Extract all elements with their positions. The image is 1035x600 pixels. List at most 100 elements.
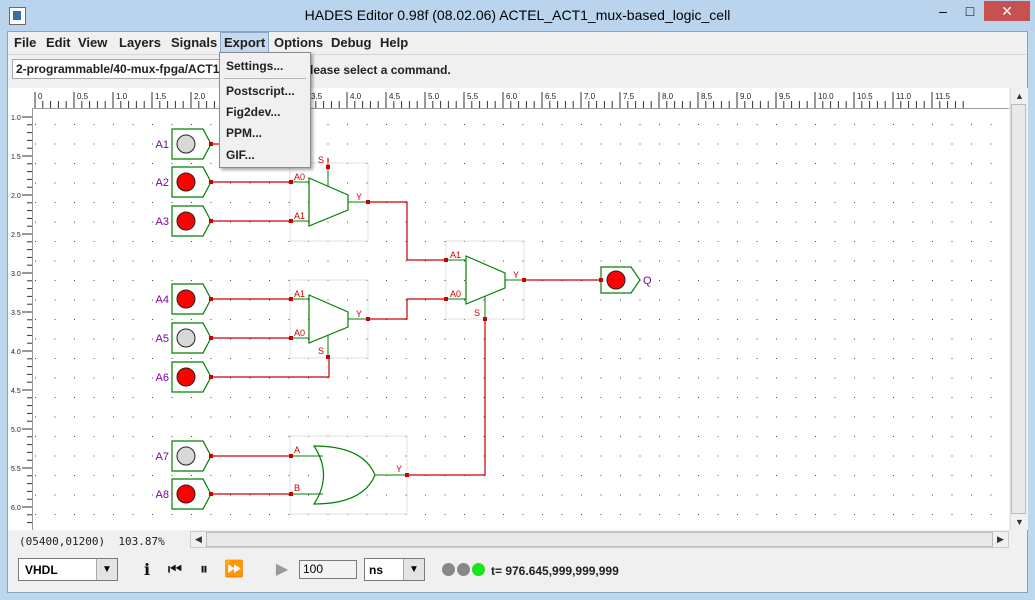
grid-dot (620, 299, 621, 301)
ruler-tick-label: 4.0 (11, 349, 21, 356)
scroll-up-icon[interactable]: ▲ (1011, 88, 1028, 104)
menu-item-settings[interactable]: Settings... (226, 59, 283, 73)
input-switch-a5[interactable]: A5 (156, 322, 212, 354)
grid-dot (737, 358, 738, 359)
grid-dot (698, 377, 699, 379)
grid-dot (756, 416, 758, 418)
grid-dot (620, 377, 621, 379)
maximize-button[interactable]: □ (957, 1, 983, 21)
grid-dot (171, 124, 173, 125)
grid-dot (425, 455, 426, 457)
chevron-down-icon[interactable]: ▼ (96, 559, 117, 580)
grid-dot (834, 416, 836, 418)
schematic-canvas[interactable]: A0 A1 Y S A1 A0 Y S A1 A0 Y S A B Y Q A1… (33, 109, 1009, 530)
grid-dot (815, 241, 816, 242)
input-switch-a7[interactable]: A7 (156, 440, 212, 472)
grid-dot (152, 241, 153, 242)
grid-dot (990, 280, 992, 281)
grid-dot (542, 221, 543, 223)
grid-dot (678, 260, 680, 262)
grid-dot (795, 338, 797, 340)
close-button[interactable]: ✕ (984, 1, 1030, 21)
menu-view[interactable]: View (78, 35, 107, 50)
grid-dot (54, 163, 56, 164)
grid-dot (269, 436, 270, 437)
grid-dot (834, 221, 836, 223)
menu-layers[interactable]: Layers (119, 35, 161, 50)
mux-2[interactable]: A1 A0 Y S (291, 289, 368, 357)
menu-item-ppm[interactable]: PPM... (226, 126, 262, 140)
grid-dot (737, 202, 738, 203)
grid-dot (893, 358, 894, 359)
grid-dot (93, 280, 95, 281)
input-switch-a6[interactable]: A6 (156, 361, 212, 393)
rewind-icon[interactable]: ⏮ (164, 558, 186, 582)
grid-dot (698, 280, 699, 281)
grid-dot (210, 124, 212, 125)
grid-dot (503, 475, 504, 476)
minimize-button[interactable]: – (930, 1, 956, 21)
grid-dot (444, 377, 446, 379)
grid-dot (717, 241, 719, 242)
input-switch-a8[interactable]: A8 (156, 478, 212, 510)
ruler-tick-label: 2.0 (194, 92, 206, 101)
grid-dot (366, 397, 368, 398)
grid-dot (113, 124, 114, 125)
grid-dot (347, 338, 348, 340)
menu-options[interactable]: Options (274, 35, 323, 50)
menu-signals[interactable]: Signals (171, 35, 217, 50)
mux-3[interactable]: A1 A0 Y S (446, 250, 524, 319)
scroll-left-icon[interactable]: ◀ (191, 532, 206, 547)
chevron-down-icon[interactable]: ▼ (403, 559, 424, 580)
grid-dot (522, 475, 524, 476)
input-switch-a1[interactable]: A1 (156, 128, 212, 160)
menu-item-postscript[interactable]: Postscript... (226, 84, 295, 98)
grid-dot (678, 494, 680, 496)
fast-forward-icon[interactable]: ⏩ (223, 558, 245, 582)
grid-dot (327, 221, 329, 223)
play-icon[interactable]: ▶ (271, 558, 293, 582)
input-switch-a3[interactable]: A3 (156, 205, 212, 237)
grid-dot (483, 163, 485, 164)
schematic-drawing[interactable]: A0 A1 Y S A1 A0 Y S A1 A0 Y S A B Y Q A1… (33, 109, 1009, 530)
grid-dot (854, 494, 855, 496)
grid-dot (35, 241, 36, 242)
horizontal-scroll-thumb[interactable] (206, 532, 993, 547)
switch-label: A1 (156, 139, 169, 151)
grid-dot (893, 416, 894, 418)
menu-export[interactable]: Export (220, 32, 270, 54)
grid-dot (815, 338, 816, 340)
menu-file[interactable]: File (14, 35, 36, 50)
menu-debug[interactable]: Debug (331, 35, 371, 50)
grid-dot (639, 416, 641, 418)
grid-dot (483, 338, 485, 340)
grid-dot (386, 338, 387, 340)
pause-icon[interactable]: ⏸ (193, 558, 215, 582)
grid-dot (737, 319, 738, 320)
scroll-right-icon[interactable]: ▶ (993, 532, 1008, 547)
time-step-input[interactable]: 100 (299, 560, 357, 579)
grid-dot (893, 455, 894, 457)
input-switch-a4[interactable]: A4 (156, 283, 212, 315)
time-unit-select[interactable]: ns ▼ (364, 558, 425, 581)
scroll-down-icon[interactable]: ▼ (1011, 514, 1028, 530)
menu-item-gif[interactable]: GIF... (226, 148, 255, 162)
menu-help[interactable]: Help (380, 35, 408, 50)
grid-dot (815, 260, 816, 262)
vertical-scroll-thumb[interactable] (1011, 104, 1026, 514)
output-q[interactable]: Q (600, 266, 652, 294)
grid-dot (347, 221, 348, 223)
menu-item-fig2dev[interactable]: Fig2dev... (226, 105, 280, 119)
grid-dot (815, 397, 816, 398)
input-switches[interactable]: A1 A2 A3 A4 A5 A6 A7 A8 (156, 128, 212, 510)
grid-dot (230, 260, 231, 262)
menu-edit[interactable]: Edit (46, 35, 71, 50)
grid-dot (230, 338, 231, 340)
grid-dot (581, 319, 582, 320)
input-switch-a2[interactable]: A2 (156, 166, 212, 198)
info-icon[interactable]: i (136, 558, 158, 582)
grid-dot (620, 260, 621, 262)
language-select[interactable]: VHDL ▼ (18, 558, 118, 581)
grid-dot (912, 377, 914, 379)
grid-dot (756, 241, 758, 242)
